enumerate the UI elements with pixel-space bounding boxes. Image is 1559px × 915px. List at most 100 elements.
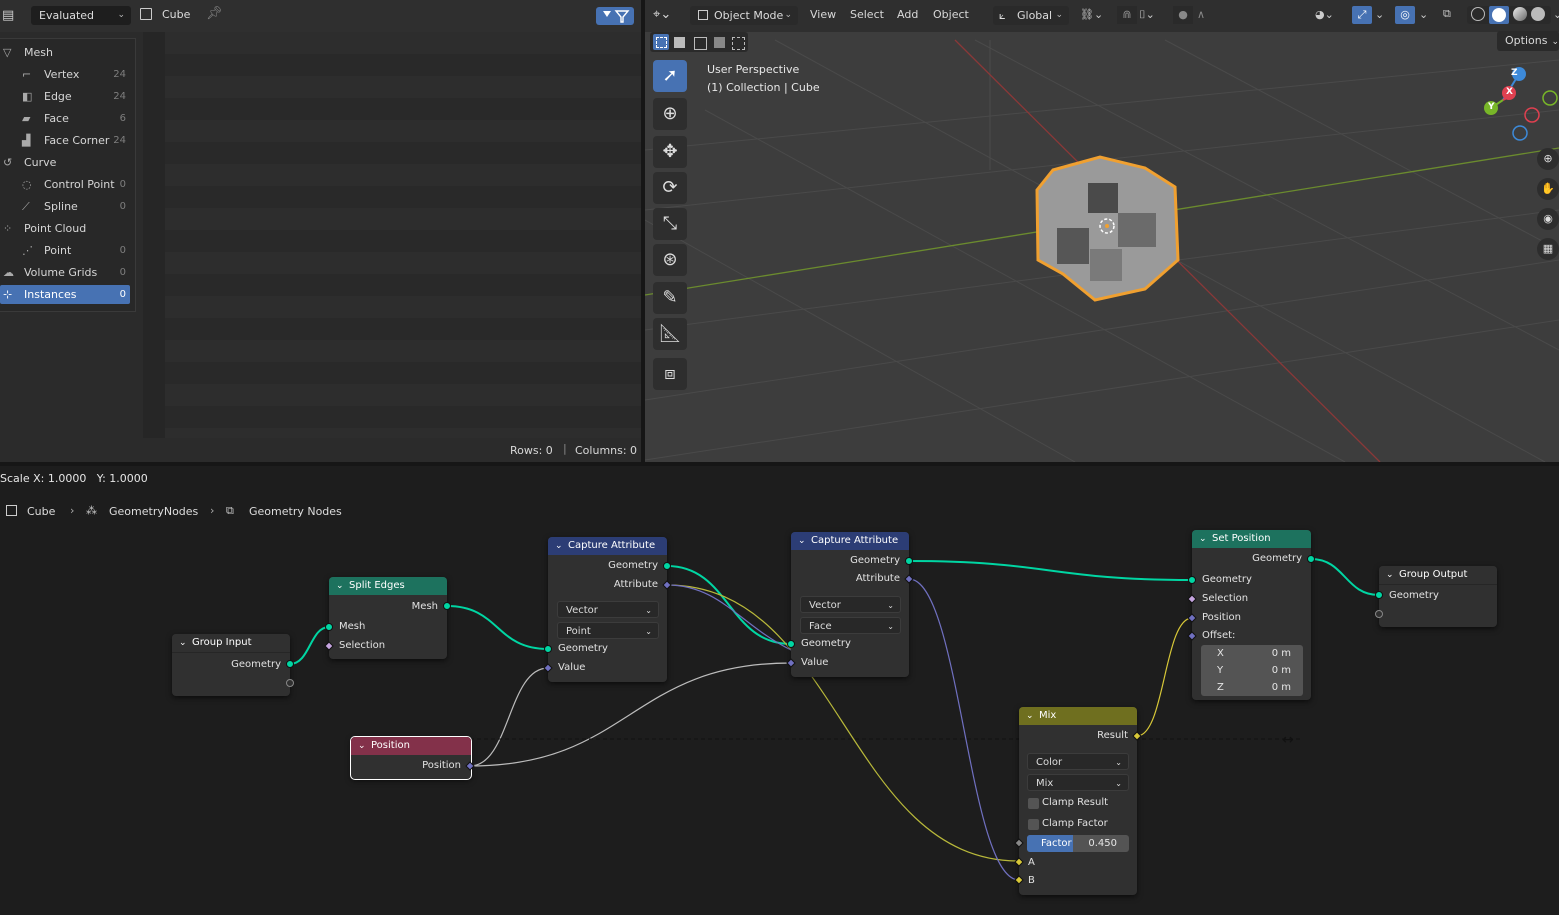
interaction-mode-dropdown[interactable]: Object Mode ⌄ bbox=[690, 6, 798, 25]
rotate-tool[interactable]: ⟳ bbox=[653, 172, 687, 204]
capture-attribute-node-1[interactable]: ⌄ Capture Attribute Geometry Attribute Ve… bbox=[548, 537, 667, 682]
select-invert-icon[interactable] bbox=[714, 37, 725, 48]
select-extend-icon[interactable] bbox=[674, 37, 685, 48]
options-dropdown[interactable]: Options ⌄ bbox=[1497, 31, 1559, 51]
node-header[interactable]: ⌄ Split Edges bbox=[329, 577, 447, 595]
breadcrumb-node-tree[interactable]: Geometry Nodes bbox=[249, 505, 342, 518]
collapse-chevron-icon[interactable]: ⌄ bbox=[179, 634, 187, 652]
collapse-chevron-icon[interactable]: ⌄ bbox=[1199, 530, 1207, 548]
menu-view[interactable]: View bbox=[810, 8, 836, 21]
offset-x-field[interactable]: X 0 m bbox=[1201, 645, 1303, 662]
solid-shading-button[interactable] bbox=[1489, 6, 1509, 24]
clamp-factor-checkbox[interactable] bbox=[1028, 819, 1039, 830]
group-output-node[interactable]: ⌄ Group Output Geometry bbox=[1379, 566, 1497, 627]
tree-item-volume-grids[interactable]: ☁ Volume Grids 0 bbox=[0, 263, 130, 282]
tree-item-control-point[interactable]: ◌ Control Point 0 bbox=[0, 175, 130, 194]
camera-icon[interactable]: ◉ bbox=[1537, 208, 1559, 230]
gizmo-dropdown-icon[interactable]: ⌄ bbox=[1375, 8, 1384, 21]
evaluation-mode-dropdown[interactable]: Evaluated ⌄ bbox=[31, 6, 131, 25]
node-header[interactable]: ⌄ Mix bbox=[1019, 707, 1137, 725]
editor-type-icon[interactable]: ▤ bbox=[2, 8, 24, 24]
node-header[interactable]: ⌄ Group Input bbox=[172, 634, 290, 653]
tree-item-edge[interactable]: ◧ Edge 24 bbox=[0, 87, 130, 106]
domain-dropdown[interactable]: Face ⌄ bbox=[800, 617, 901, 634]
node-editor[interactable]: ↔ bbox=[0, 490, 1559, 915]
factor-slider[interactable]: Factor 0.450 bbox=[1027, 835, 1129, 852]
xray-icon[interactable]: ⧉ bbox=[1443, 7, 1451, 21]
cursor-tool[interactable]: ⊕ bbox=[653, 98, 687, 130]
group-input-node[interactable]: ⌄ Group Input Geometry bbox=[172, 634, 290, 696]
data-type-dropdown[interactable]: Color ⌄ bbox=[1027, 753, 1129, 770]
menu-object[interactable]: Object bbox=[933, 8, 969, 21]
pan-hand-icon[interactable]: ✋ bbox=[1537, 178, 1559, 200]
tree-item-mesh[interactable]: ▽ Mesh bbox=[0, 43, 130, 62]
visibility-eye-icon[interactable]: ◕⌄ bbox=[1315, 8, 1334, 21]
transform-tool[interactable]: ⊛ bbox=[653, 244, 687, 276]
split-edges-node[interactable]: ⌄ Split Edges Mesh Mesh Selection bbox=[329, 577, 447, 659]
snap-target-icon[interactable]: ⌷⌄ bbox=[1139, 8, 1155, 22]
blend-mode-dropdown[interactable]: Mix ⌄ bbox=[1027, 774, 1129, 791]
tree-item-instances[interactable]: ⊹ Instances 0 bbox=[0, 285, 130, 304]
annotate-tool[interactable]: ✎ bbox=[653, 282, 687, 314]
select-subtract-icon[interactable] bbox=[694, 37, 707, 50]
measure-tool[interactable]: 📐︎ bbox=[653, 318, 687, 350]
node-header[interactable]: ⌄ Group Output bbox=[1379, 566, 1497, 585]
menu-add[interactable]: Add bbox=[897, 8, 918, 21]
scale-tool[interactable]: ⤡ bbox=[653, 208, 687, 240]
select-intersect-icon[interactable] bbox=[732, 37, 745, 50]
wireframe-shading-icon[interactable] bbox=[1471, 7, 1485, 21]
tree-item-spline[interactable]: ⟋ Spline 0 bbox=[0, 197, 130, 216]
tree-item-vertex[interactable]: ⌐ Vertex 24 bbox=[0, 65, 130, 84]
tree-item-point[interactable]: ⋰ Point 0 bbox=[0, 241, 130, 260]
tree-item-face-corner[interactable]: ▟ Face Corner 24 bbox=[0, 131, 130, 150]
collapse-chevron-icon[interactable]: ⌄ bbox=[336, 577, 344, 595]
node-header[interactable]: ⌄ Capture Attribute bbox=[548, 537, 667, 555]
gizmo-toggle-icon[interactable]: ⤢ bbox=[1352, 6, 1372, 24]
falloff-icon[interactable]: ∧ bbox=[1197, 8, 1205, 21]
node-header[interactable]: ⌄ Position bbox=[351, 737, 471, 755]
data-type-dropdown[interactable]: Vector ⌄ bbox=[557, 601, 659, 618]
overlays-dropdown-icon[interactable]: ⌄ bbox=[1419, 8, 1428, 21]
filter-toggle[interactable] bbox=[596, 7, 634, 25]
add-cube-tool[interactable]: ⧈ bbox=[653, 358, 687, 390]
tree-item-face[interactable]: ▰ Face 6 bbox=[0, 109, 130, 128]
pin-icon[interactable]: 📌︎ bbox=[206, 6, 223, 21]
cube-object[interactable] bbox=[1035, 155, 1180, 302]
data-type-dropdown[interactable]: Vector ⌄ bbox=[800, 596, 901, 613]
capture-attribute-node-2[interactable]: ⌄ Capture Attribute Geometry Attribute Ve… bbox=[791, 532, 909, 677]
mix-node[interactable]: ⌄ Mix Result Color ⌄ Mix ⌄ Clamp Result Cla… bbox=[1019, 707, 1137, 895]
material-shading-icon[interactable] bbox=[1513, 7, 1527, 21]
breadcrumb-modifier[interactable]: GeometryNodes bbox=[109, 505, 198, 518]
zoom-icon[interactable]: ⊕ bbox=[1537, 148, 1559, 170]
3d-viewport[interactable]: User Perspective (1) Collection | Cube Z… bbox=[645, 0, 1559, 462]
shading-dropdown-icon[interactable]: ⌄ bbox=[1553, 8, 1559, 21]
collapse-chevron-icon[interactable]: ⌄ bbox=[798, 532, 806, 550]
offset-z-field[interactable]: Z 0 m bbox=[1201, 679, 1303, 696]
node-header[interactable]: ⌄ Set Position bbox=[1192, 530, 1311, 548]
collapse-chevron-icon[interactable]: ⌄ bbox=[1026, 707, 1034, 725]
set-position-node[interactable]: ⌄ Set Position Geometry Geometry Selectio… bbox=[1192, 530, 1311, 700]
select-new-icon[interactable] bbox=[653, 34, 669, 50]
breadcrumb-object[interactable]: Cube bbox=[27, 505, 55, 518]
select-box-tool[interactable]: ➚ bbox=[653, 60, 687, 92]
perspective-grid-icon[interactable]: ▦ bbox=[1537, 238, 1559, 260]
node-header[interactable]: ⌄ Capture Attribute bbox=[791, 532, 909, 550]
collapse-chevron-icon[interactable]: ⌄ bbox=[1386, 566, 1394, 584]
overlays-toggle-icon[interactable]: ◎ bbox=[1395, 6, 1415, 24]
collapse-chevron-icon[interactable]: ⌄ bbox=[555, 537, 563, 555]
pivot-point-icon[interactable]: ⛓⌄ bbox=[1080, 8, 1103, 21]
proportional-edit-icon[interactable]: ● bbox=[1173, 6, 1193, 24]
domain-dropdown[interactable]: Point ⌄ bbox=[557, 622, 659, 639]
clamp-result-checkbox[interactable] bbox=[1028, 798, 1039, 809]
rendered-shading-icon[interactable] bbox=[1531, 7, 1545, 21]
offset-y-field[interactable]: Y 0 m bbox=[1201, 662, 1303, 679]
menu-select[interactable]: Select bbox=[850, 8, 884, 21]
position-node[interactable]: ⌄ Position Position bbox=[350, 736, 472, 780]
move-tool[interactable]: ✥ bbox=[653, 136, 687, 168]
collapse-chevron-icon[interactable]: ⌄ bbox=[358, 737, 366, 755]
snap-magnet-icon[interactable]: ⋒ bbox=[1117, 6, 1137, 24]
tree-item-point-cloud[interactable]: ⁘ Point Cloud bbox=[0, 219, 130, 238]
transform-orientation-dropdown[interactable]: ⟀ Global ⌄ bbox=[993, 6, 1069, 25]
tree-item-curve[interactable]: ↺ Curve bbox=[0, 153, 130, 172]
editor-type-icon[interactable]: ⌖⌄ bbox=[653, 7, 671, 22]
